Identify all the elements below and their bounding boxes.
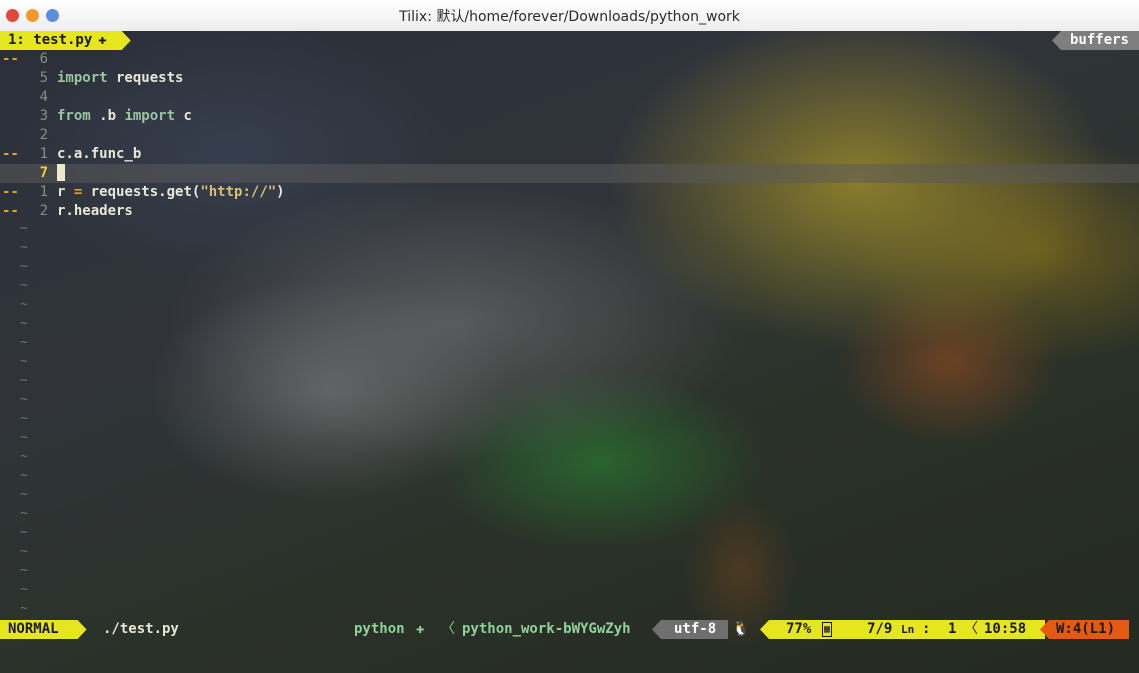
code-text: r = requests.get("http://") bbox=[57, 184, 285, 200]
empty-line-tilde: ~ bbox=[20, 468, 28, 483]
empty-line-tilde: ~ bbox=[20, 430, 28, 445]
vim-statusline: NORMAL ./test.py python ✚ 〈 python_work-… bbox=[0, 620, 1139, 639]
empty-line-tilde: ~ bbox=[20, 601, 28, 616]
empty-line-tilde: ~ bbox=[20, 582, 28, 597]
text-cursor bbox=[57, 164, 65, 181]
virtualenv-name: python_work-bWYGwZyh bbox=[462, 621, 631, 637]
empty-line-tilde: ~ bbox=[20, 487, 28, 502]
clock-time: 10:58 bbox=[984, 621, 1027, 637]
empty-line-tilde: ~ bbox=[20, 221, 28, 236]
code-text: c.a.func_b bbox=[57, 146, 142, 162]
code-area[interactable]: -- 6 5 import requests 4 3 from .b impor… bbox=[0, 50, 1139, 616]
column-separator: : bbox=[922, 621, 931, 637]
empty-line-tilde: ~ bbox=[20, 563, 28, 578]
code-text: import requests bbox=[57, 70, 184, 86]
line-number: 1 bbox=[39, 146, 48, 162]
scroll-icon: ▦ bbox=[822, 622, 833, 637]
chevron-left-icon: 〈 bbox=[441, 621, 455, 637]
empty-line-tilde: ~ bbox=[20, 354, 28, 369]
current-line: 7 bbox=[0, 164, 1139, 183]
chevron-left-icon: 〈 bbox=[964, 621, 978, 637]
empty-line-tilde: ~ bbox=[20, 335, 28, 350]
code-line: 4 bbox=[0, 88, 1139, 107]
python-icon: ✚ bbox=[98, 32, 107, 48]
python-icon: ✚ bbox=[416, 621, 425, 637]
warning-indicator[interactable]: W:4(L1) bbox=[1040, 620, 1130, 639]
git-sign: -- bbox=[2, 51, 19, 67]
column-position: 1 bbox=[948, 621, 957, 637]
empty-line-tilde: ~ bbox=[20, 449, 28, 464]
line-position: 7/9 bbox=[867, 621, 893, 637]
file-type: python bbox=[354, 621, 405, 637]
buffers-label: buffers bbox=[1051, 31, 1139, 50]
tilix-window: Tilix: 默认/home/forever/Downloads/python_… bbox=[0, 0, 1139, 673]
code-text: r.headers bbox=[57, 203, 133, 219]
code-line: -- 6 bbox=[0, 50, 1139, 69]
line-number: 2 bbox=[39, 203, 48, 219]
empty-line-tilde: ~ bbox=[20, 525, 28, 540]
linux-icon: 🐧 bbox=[732, 621, 750, 637]
code-line: -- 1 r = requests.get("http://") bbox=[0, 183, 1139, 202]
window-title: Tilix: 默认/home/forever/Downloads/python_… bbox=[399, 9, 740, 25]
empty-line-tilde: ~ bbox=[20, 544, 28, 559]
code-line: -- 2 r.headers bbox=[0, 202, 1139, 221]
code-line: 2 bbox=[0, 126, 1139, 145]
code-line: 5 import requests bbox=[0, 69, 1139, 88]
line-number: 2 bbox=[39, 127, 48, 143]
empty-line-tilde: ~ bbox=[20, 506, 28, 521]
title-bar: Tilix: 默认/home/forever/Downloads/python_… bbox=[0, 0, 1139, 32]
git-sign: -- bbox=[2, 203, 19, 219]
line-number: 5 bbox=[39, 70, 48, 86]
empty-line-tilde: ~ bbox=[20, 316, 28, 331]
terminal-area[interactable]: 1: test.py ✚ buffers -- 6 5 import reques… bbox=[0, 31, 1139, 673]
line-number: 1 bbox=[39, 184, 48, 200]
line-number: 6 bbox=[39, 51, 48, 67]
line-number: 4 bbox=[39, 89, 48, 105]
empty-line-tilde: ~ bbox=[20, 392, 28, 407]
tab-label: 1: test.py bbox=[8, 32, 93, 48]
vim-tabline: 1: test.py ✚ buffers bbox=[0, 31, 1139, 50]
line-number: 3 bbox=[39, 108, 48, 124]
mode-indicator: NORMAL bbox=[0, 620, 87, 639]
scroll-percent: 77% bbox=[786, 621, 812, 637]
file-encoding: utf-8 bbox=[652, 620, 729, 639]
empty-line-tilde: ~ bbox=[20, 297, 28, 312]
empty-line-tilde: ~ bbox=[20, 411, 28, 426]
cursor-cell bbox=[57, 164, 65, 184]
line-number-icon: Ln bbox=[901, 623, 915, 636]
code-line: -- 1 c.a.func_b bbox=[0, 145, 1139, 164]
empty-line-tilde: ~ bbox=[20, 278, 28, 293]
code-text: from .b import c bbox=[57, 108, 192, 124]
file-name: ./test.py bbox=[103, 621, 179, 637]
tab-test-py[interactable]: 1: test.py ✚ bbox=[0, 31, 131, 50]
current-line-number: 7 bbox=[39, 165, 48, 181]
empty-line-tilde: ~ bbox=[20, 240, 28, 255]
code-line: 3 from .b import c bbox=[0, 107, 1139, 126]
position-segment: 77% ▦ 7/9 Ln : 1 〈 10:58 bbox=[760, 620, 1045, 639]
git-sign: -- bbox=[2, 184, 19, 200]
empty-line-tilde: ~ bbox=[20, 259, 28, 274]
git-sign: -- bbox=[2, 146, 19, 162]
empty-line-tilde: ~ bbox=[20, 373, 28, 388]
